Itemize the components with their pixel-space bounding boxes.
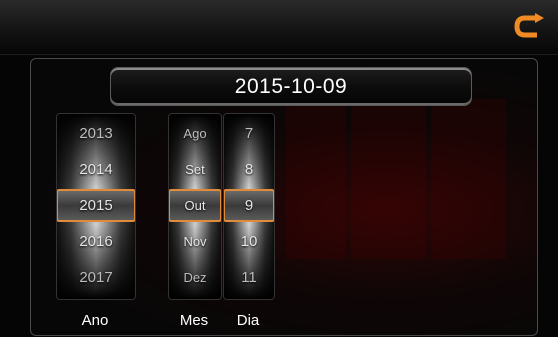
back-button[interactable] <box>510 10 550 44</box>
month-item-selected[interactable]: Out <box>169 188 221 223</box>
day-label: Dia <box>236 312 260 329</box>
year-item[interactable]: 2013 <box>57 116 135 151</box>
year-wheel[interactable]: 2013 2014 2015 2016 2017 <box>56 113 136 300</box>
month-label: Mes <box>179 312 209 329</box>
month-item[interactable]: Nov <box>169 224 221 259</box>
day-wheel[interactable]: 7 8 9 10 11 <box>223 113 275 300</box>
month-item[interactable]: Ago <box>169 116 221 151</box>
month-item[interactable]: Dez <box>169 260 221 295</box>
background-block <box>351 99 426 259</box>
year-item[interactable]: 2014 <box>57 152 135 187</box>
date-settings-screen: 2015-10-09 2013 2014 2015 2016 2017 Ano … <box>0 0 558 337</box>
background-block <box>431 99 506 259</box>
date-display: 2015-10-09 <box>110 67 472 106</box>
day-item[interactable]: 8 <box>224 152 274 187</box>
day-item-selected[interactable]: 9 <box>224 188 274 223</box>
month-item[interactable]: Set <box>169 152 221 187</box>
back-arrow-icon <box>514 13 544 38</box>
year-item-selected[interactable]: 2015 <box>57 188 135 223</box>
day-item[interactable]: 11 <box>224 260 274 295</box>
day-item[interactable]: 10 <box>224 224 274 259</box>
year-item[interactable]: 2016 <box>57 224 135 259</box>
top-bar <box>0 0 558 55</box>
year-label: Ano <box>81 312 109 329</box>
month-wheel[interactable]: Ago Set Out Nov Dez <box>168 113 222 300</box>
year-item[interactable]: 2017 <box>57 260 135 295</box>
day-item[interactable]: 7 <box>224 116 274 151</box>
background-block <box>286 99 346 259</box>
